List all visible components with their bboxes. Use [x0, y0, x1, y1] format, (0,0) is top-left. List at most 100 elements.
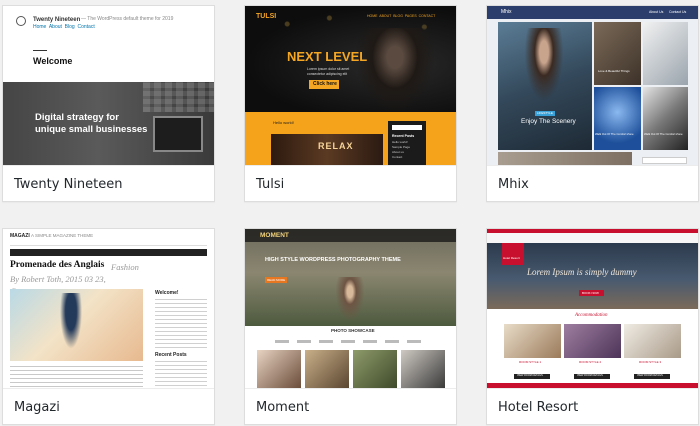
mhix-tile-laptop	[643, 22, 688, 85]
hero-heading-line2: unique small businesses	[35, 124, 148, 135]
mhix-header	[487, 6, 698, 19]
theme-card-mhix[interactable]: Mhix About Us Contact Us LIFESTYLE Enjoy…	[486, 5, 699, 202]
tulsi-brand: TULSI	[256, 13, 277, 20]
theme-name[interactable]: Tulsi	[256, 177, 284, 192]
site-title: Twenty Nineteen	[33, 17, 81, 23]
moment-read-more-label: READ MORE	[267, 277, 286, 282]
tulsi-sidebar-item: Hello world!	[392, 140, 408, 144]
theme-card-tulsi[interactable]: TULSI HOME ABOUT BLOG PAGES CONTACT NEXT…	[244, 5, 457, 202]
moment-brand: MOMENT	[260, 232, 289, 239]
mhix-tile-3-title: Walk Out Of The Comfort Zone	[644, 132, 683, 136]
hotel-section-title: Accommodation	[575, 313, 608, 318]
theme-card-footer: Magazi	[3, 388, 214, 424]
tulsi-search-box	[392, 125, 422, 130]
theme-screenshot-mhix[interactable]: Mhix About Us Contact Us LIFESTYLE Enjoy…	[487, 6, 698, 165]
hotel-room-1-button-label: VIEW ROOM DETAILS	[517, 374, 543, 377]
magazi-top-rule	[10, 245, 207, 246]
hotel-room-2-button-label: VIEW ROOM DETAILS	[577, 374, 603, 377]
theme-name[interactable]: Moment	[256, 400, 309, 415]
theme-card-twenty-nineteen[interactable]: Twenty Nineteen — The WordPress default …	[2, 5, 215, 202]
mhix-tile-2-title: Walk Out Of The Comfort Zone	[595, 132, 634, 136]
mhix-tile-blue	[594, 87, 641, 150]
tulsi-sidebar-item: Contact	[392, 155, 403, 159]
theme-card-footer: Hotel Resort	[487, 388, 698, 424]
tulsi-sidebar-item: About us	[392, 150, 404, 154]
theme-name[interactable]: Mhix	[498, 177, 529, 192]
hotel-nav	[487, 233, 698, 243]
tulsi-neon-sign: RELAX	[318, 141, 354, 151]
hotel-brand: Hotel Resort	[503, 256, 520, 260]
tulsi-blurb-1: Lorem ipsum dolor sit amet	[307, 67, 350, 71]
theme-card-footer: Mhix	[487, 165, 698, 201]
mhix-menu-1: About Us	[649, 10, 664, 14]
magazi-sidebar-welcome: Welcome!	[155, 290, 179, 296]
mhix-tile-bw	[643, 87, 688, 150]
theme-card-footer: Twenty Nineteen	[3, 165, 214, 201]
tulsi-headline: NEXT LEVEL	[287, 49, 368, 64]
hotel-room-2-image	[564, 324, 621, 358]
theme-card-footer: Moment	[245, 388, 456, 424]
tulsi-click-button-label: Click here	[313, 81, 337, 87]
theme-card-footer: Tulsi	[245, 165, 456, 201]
theme-screenshot-moment[interactable]: MOMENT HIGH STYLE WORDPRESS PHOTOGRAPHY …	[245, 229, 456, 388]
hero-heading-line1: Digital strategy for	[35, 112, 119, 123]
tulsi-menu: HOME ABOUT BLOG PAGES CONTACT	[367, 14, 436, 18]
magazi-sidebar-lines	[155, 299, 207, 349]
site-tagline: — The WordPress default theme for 2019	[81, 16, 174, 22]
hotel-book-button-label: BOOK NOW	[582, 290, 599, 295]
woman-portrait-graphic	[522, 28, 566, 108]
mhix-featured-title: Enjoy The Scenery	[521, 118, 576, 125]
hotel-room-2-label: ROOM STYLE 2	[579, 360, 602, 364]
theme-name[interactable]: Magazi	[14, 400, 60, 415]
welcome-heading: Welcome	[33, 56, 73, 66]
moment-headline: HIGH STYLE WORDPRESS PHOTOGRAPHY THEME	[265, 257, 401, 263]
magazi-brand: MAGAZI	[10, 233, 30, 239]
monitor-graphic	[153, 116, 203, 152]
hotel-headline: Lorem Ipsum is simply dummy	[527, 267, 637, 277]
mhix-bottom-strip	[498, 152, 632, 165]
theme-screenshot-tulsi[interactable]: TULSI HOME ABOUT BLOG PAGES CONTACT NEXT…	[245, 6, 456, 165]
wordpress-logo-icon	[16, 16, 26, 26]
moment-photo-1	[257, 350, 301, 388]
tulsi-post-title: Hello world!	[273, 120, 294, 125]
theme-card-moment[interactable]: MOMENT HIGH STYLE WORDPRESS PHOTOGRAPHY …	[244, 228, 457, 425]
person-sitting-graphic	[355, 28, 435, 112]
magazi-brand-sub: A SIMPLE MAGAZINE THEME	[31, 233, 94, 238]
moment-filter-bar	[275, 340, 425, 343]
mhix-menu-2: Contact Us	[669, 10, 687, 14]
mhix-brand: Mhix	[501, 9, 512, 15]
theme-screenshot-twenty-nineteen[interactable]: Twenty Nineteen — The WordPress default …	[3, 6, 214, 165]
theme-card-hotel-resort[interactable]: Hotel Resort Lorem Ipsum is simply dummy…	[486, 228, 699, 425]
theme-name[interactable]: Twenty Nineteen	[14, 177, 123, 192]
mhix-tile-1-title: Love & Beautiful Things	[598, 69, 630, 73]
hotel-logo-badge	[502, 243, 524, 265]
hotel-room-1-image	[504, 324, 561, 358]
divider	[33, 50, 47, 51]
couple-illustration-graphic	[58, 293, 84, 355]
site-nav: Home About Blog Contact	[33, 24, 95, 30]
moment-photo-3	[353, 350, 397, 388]
calendar-wall-graphic	[143, 82, 214, 112]
moment-photo-2	[305, 350, 349, 388]
theme-screenshot-hotel-resort[interactable]: Hotel Resort Lorem Ipsum is simply dummy…	[487, 229, 698, 388]
hotel-room-3-image	[624, 324, 681, 358]
mhix-search-box	[642, 157, 687, 164]
tulsi-sidebar-title: Recent Posts	[392, 134, 415, 138]
magazi-text-lines	[10, 366, 143, 388]
magazi-sidebar-lines-2	[155, 361, 207, 387]
magazi-sidebar-recent: Recent Posts	[155, 352, 187, 358]
hotel-room-1-label: ROOM STYLE 1	[519, 360, 542, 364]
tulsi-sidebar-item: Sample Page	[392, 145, 411, 149]
mhix-tile-couple	[594, 22, 641, 85]
theme-screenshot-magazi[interactable]: MAGAZI A SIMPLE MAGAZINE THEME Promenade…	[3, 229, 214, 388]
hotel-room-3-button-label: VIEW ROOM DETAILS	[637, 374, 663, 377]
theme-card-magazi[interactable]: MAGAZI A SIMPLE MAGAZINE THEME Promenade…	[2, 228, 215, 425]
moment-section-title: PHOTO SHOWCASE	[331, 328, 375, 333]
hotel-room-3-label: ROOM STYLE 3	[639, 360, 662, 364]
woman-graphic	[333, 277, 367, 326]
magazi-nav-bar	[10, 249, 207, 256]
mhix-tag: LIFESTYLE	[535, 111, 555, 116]
tulsi-blurb-2: consectetur adipiscing elit	[307, 72, 348, 76]
theme-name[interactable]: Hotel Resort	[498, 400, 578, 415]
moment-photo-4	[401, 350, 445, 388]
